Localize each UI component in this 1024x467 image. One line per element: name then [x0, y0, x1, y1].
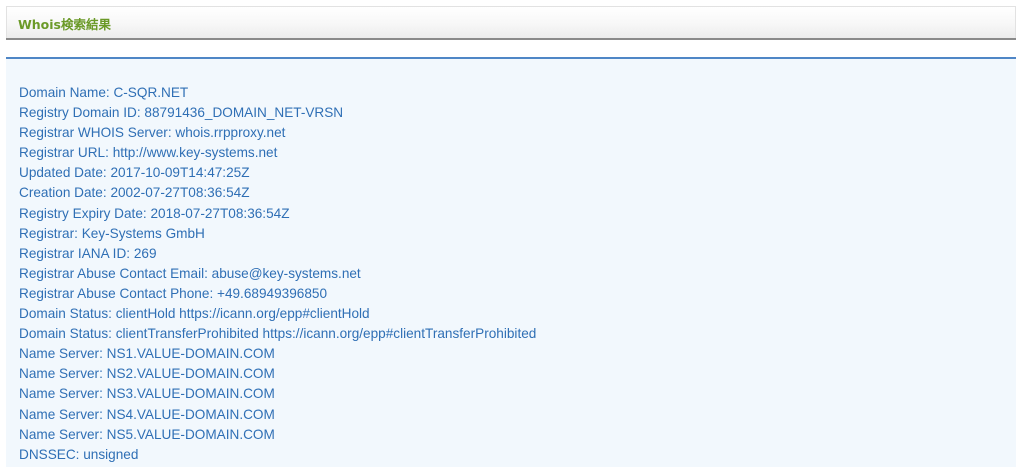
- whois-key: Registrar WHOIS Server: [19, 125, 175, 140]
- whois-line-registrar-url: Registrar URLhttp://www.key-systems.net: [19, 143, 536, 163]
- whois-value: NS2.VALUE-DOMAIN.COM: [106, 366, 275, 382]
- whois-key: Name Server: [19, 366, 107, 381]
- whois-line-name-server: Name ServerNS1.VALUE-DOMAIN.COM: [19, 344, 536, 364]
- whois-key: DNSSEC: [19, 447, 83, 462]
- whois-result-page: Whois検索結果 Domain NameC-SQR.NET Registry …: [0, 0, 1024, 467]
- whois-value: clientTransferProhibited https://icann.o…: [115, 326, 537, 342]
- section-header-divider: [6, 38, 1016, 40]
- whois-line-name-server: Name ServerNS4.VALUE-DOMAIN.COM: [19, 405, 536, 425]
- whois-line-domain-name: Domain NameC-SQR.NET: [19, 83, 536, 103]
- whois-value: 2017-10-09T14:47:25Z: [110, 165, 250, 181]
- whois-line-abuse-contact-phone: Registrar Abuse Contact Phone+49.6894939…: [19, 284, 536, 304]
- whois-line-name-server: Name ServerNS3.VALUE-DOMAIN.COM: [19, 384, 536, 404]
- whois-line-abuse-contact-email: Registrar Abuse Contact Emailabuse@key-s…: [19, 264, 536, 284]
- whois-value: 88791436_DOMAIN_NET-VRSN: [144, 105, 344, 121]
- whois-key: Domain Status: [19, 306, 116, 321]
- whois-key: Registrar: [19, 226, 82, 241]
- section-header: Whois検索結果: [6, 6, 1016, 38]
- whois-key: Name Server: [19, 346, 107, 361]
- whois-line-registrar: RegistrarKey-Systems GmbH: [19, 224, 536, 244]
- whois-line-registry-domain-id: Registry Domain ID88791436_DOMAIN_NET-VR…: [19, 103, 536, 123]
- whois-value: abuse@key-systems.net: [211, 265, 361, 281]
- whois-value: NS4.VALUE-DOMAIN.COM: [106, 406, 275, 422]
- whois-value: http://www.key-systems.net: [112, 145, 278, 161]
- whois-value: NS1.VALUE-DOMAIN.COM: [106, 346, 275, 362]
- section-title: Whois検索結果: [18, 17, 111, 32]
- whois-value: clientHold https://icann.org/epp#clientH…: [115, 306, 370, 322]
- whois-value: whois.rrpproxy.net: [175, 125, 286, 141]
- whois-value: +49.68949396850: [217, 285, 327, 301]
- whois-key: Name Server: [19, 386, 107, 401]
- whois-key: Registrar Abuse Contact Phone: [19, 286, 217, 301]
- whois-line-registrar-iana-id: Registrar IANA ID269: [19, 244, 536, 264]
- whois-line-registry-expiry-date: Registry Expiry Date2018-07-27T08:36:54Z: [19, 204, 536, 224]
- whois-key: Registrar Abuse Contact Email: [19, 266, 212, 281]
- whois-line-registrar-whois-server: Registrar WHOIS Serverwhois.rrpproxy.net: [19, 123, 536, 143]
- whois-value: unsigned: [83, 446, 139, 462]
- whois-value: 2018-07-27T08:36:54Z: [150, 205, 290, 221]
- whois-line-domain-status: Domain StatusclientHold https://icann.or…: [19, 304, 536, 324]
- whois-value: 2002-07-27T08:36:54Z: [110, 185, 250, 201]
- whois-record-list: Domain NameC-SQR.NET Registry Domain ID8…: [19, 83, 536, 465]
- whois-value: NS3.VALUE-DOMAIN.COM: [106, 386, 275, 402]
- whois-key: Registry Expiry Date: [19, 206, 150, 221]
- whois-line-creation-date: Creation Date2002-07-27T08:36:54Z: [19, 183, 536, 203]
- whois-line-name-server: Name ServerNS2.VALUE-DOMAIN.COM: [19, 364, 536, 384]
- whois-key: Name Server: [19, 427, 107, 442]
- whois-value: Key-Systems GmbH: [81, 225, 205, 241]
- whois-key: Registry Domain ID: [19, 105, 144, 120]
- whois-key: Registrar IANA ID: [19, 246, 134, 261]
- whois-key: Domain Status: [19, 326, 116, 341]
- whois-line-dnssec: DNSSECunsigned: [19, 445, 536, 465]
- whois-line-updated-date: Updated Date2017-10-09T14:47:25Z: [19, 163, 536, 183]
- whois-line-domain-status: Domain StatusclientTransferProhibited ht…: [19, 324, 536, 344]
- whois-value: NS5.VALUE-DOMAIN.COM: [106, 426, 275, 442]
- whois-key: Name Server: [19, 407, 107, 422]
- whois-key: Registrar URL: [19, 145, 113, 160]
- whois-value: C-SQR.NET: [113, 85, 189, 100]
- whois-value: 269: [133, 245, 157, 261]
- whois-key: Creation Date: [19, 185, 110, 200]
- whois-result-panel: Domain NameC-SQR.NET Registry Domain ID8…: [6, 57, 1016, 467]
- whois-key: Domain Name: [19, 85, 113, 100]
- whois-key: Updated Date: [19, 165, 110, 180]
- whois-line-name-server: Name ServerNS5.VALUE-DOMAIN.COM: [19, 425, 536, 445]
